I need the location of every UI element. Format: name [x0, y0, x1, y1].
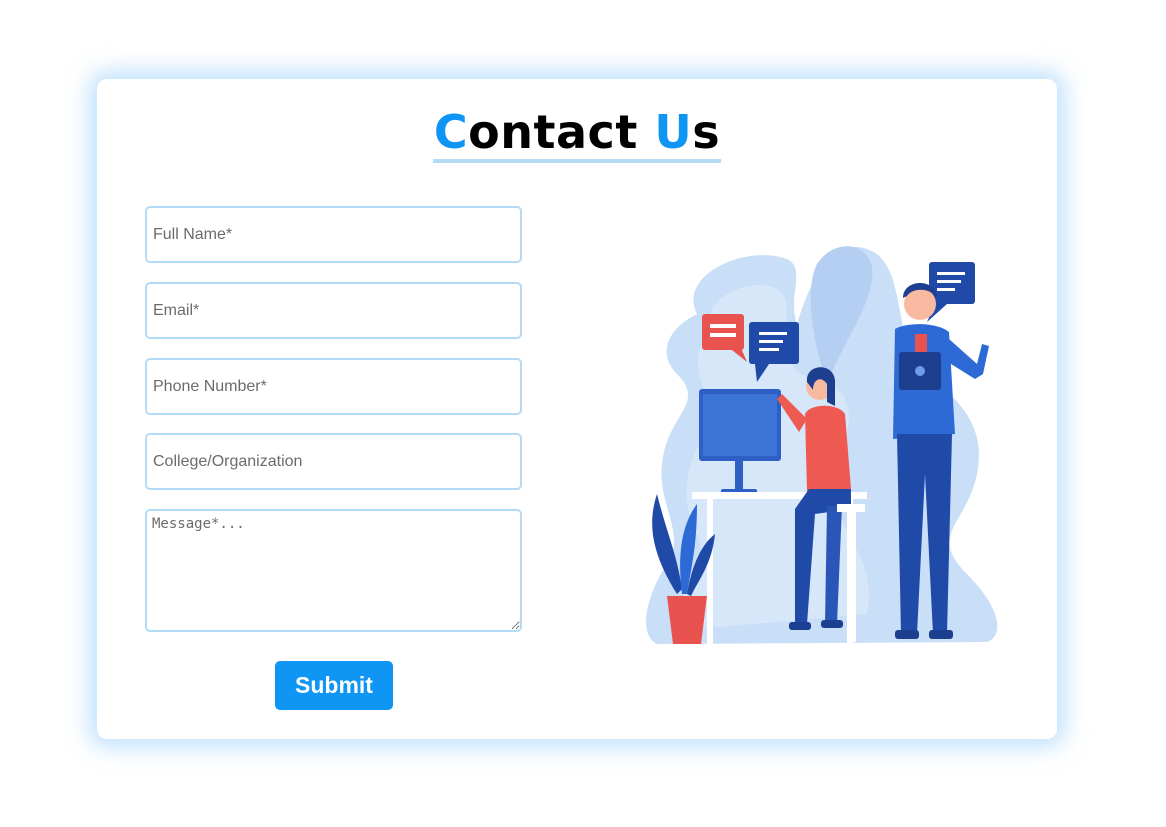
- title-accent-letter-u: U: [654, 105, 693, 159]
- title-text-part-1: ontact: [468, 105, 655, 159]
- title-accent-letter-c: C: [433, 105, 469, 159]
- college-input[interactable]: [145, 433, 522, 490]
- email-input[interactable]: [145, 282, 522, 339]
- phone-input[interactable]: [145, 358, 522, 415]
- customer-support-illustration-icon: [646, 246, 998, 644]
- submit-button[interactable]: Submit: [275, 661, 393, 710]
- full-name-input[interactable]: [145, 206, 522, 263]
- title-text-part-2: s: [692, 105, 721, 159]
- contact-card: Contact Us Submit: [97, 79, 1057, 739]
- message-textarea[interactable]: [145, 509, 522, 632]
- page-title-text: Contact Us: [432, 105, 722, 163]
- page-title: Contact Us: [97, 105, 1057, 163]
